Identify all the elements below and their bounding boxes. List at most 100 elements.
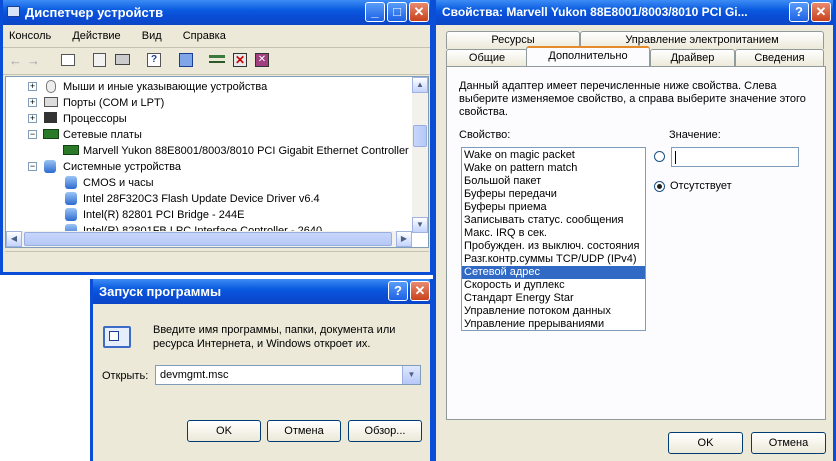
scroll-down-button[interactable]: ▼ (412, 217, 428, 233)
tab-general[interactable]: Общие (446, 49, 528, 67)
status-bar (5, 251, 429, 270)
property-item[interactable]: Управление потоком данных (462, 305, 645, 318)
property-item[interactable]: Стандарт Energy Star (462, 292, 645, 305)
property-item[interactable]: Большой пакет (462, 175, 645, 188)
property-item-selected[interactable]: Сетевой адрес (462, 266, 645, 279)
horizontal-scroll-thumb[interactable] (24, 232, 392, 246)
value-radio[interactable] (654, 151, 665, 162)
menu-help[interactable]: Справка (183, 30, 226, 42)
run-close-button[interactable]: ✕ (410, 281, 430, 301)
absent-label[interactable]: Отсутствует (670, 180, 732, 192)
device-manager-title: Диспетчер устройств (25, 5, 164, 20)
device-tree[interactable]: + Мыши и иные указывающие устройства + П… (5, 76, 429, 248)
menu-view[interactable]: Вид (142, 30, 162, 42)
expander-network[interactable]: − (28, 130, 37, 139)
expander-processors[interactable]: + (28, 114, 37, 123)
run-cancel-button[interactable]: Отмена (267, 420, 341, 442)
expander-system[interactable]: − (28, 162, 37, 171)
property-item[interactable]: Макс. IRQ в сек. (462, 227, 645, 240)
tree-item-mice[interactable]: Мыши и иные указывающие устройства (63, 79, 267, 95)
menu-action[interactable]: Действие (72, 30, 120, 42)
scroll-left-button[interactable]: ◀ (6, 231, 22, 247)
property-item[interactable]: Разг.контр.суммы TCP/UDP (IPv4) (462, 253, 645, 266)
property-item[interactable]: Записывать статус. сообщения (462, 214, 645, 227)
properties-help-button[interactable]: ? (789, 2, 809, 22)
tree-item-marvell-yukon[interactable]: Marvell Yukon 88E8001/8003/8010 PCI Giga… (83, 143, 409, 159)
value-label: Значение: (669, 129, 721, 141)
properties-titlebar[interactable]: Свойства: Marvell Yukon 88E8001/8003/801… (436, 0, 833, 25)
tree-vertical-scrollbar[interactable] (412, 77, 428, 233)
expander-ports[interactable]: + (28, 98, 37, 107)
device-manager-app-icon (7, 6, 20, 17)
tree-item-flash-driver[interactable]: Intel 28F320C3 Flash Update Device Drive… (83, 191, 320, 207)
maximize-button[interactable]: □ (387, 2, 407, 22)
tab-details[interactable]: Сведения (735, 49, 824, 67)
network-adapter-icon (43, 129, 59, 139)
property-listbox[interactable]: Wake on magic packet Wake on pattern mat… (461, 147, 646, 331)
system-device-icon (65, 208, 77, 221)
advanced-tab-page: Данный адаптер имеет перечисленные ниже … (446, 66, 826, 420)
processor-icon (44, 112, 57, 123)
menu-bar: Консоль Действие Вид Справка (9, 30, 244, 42)
properties-ok-button[interactable]: OK (668, 432, 743, 454)
scroll-thumb[interactable] (413, 125, 427, 147)
update-driver-icon[interactable] (209, 55, 225, 63)
system-device-icon (44, 160, 56, 173)
system-device-icon (65, 176, 77, 189)
property-item[interactable]: Управление прерываниями (462, 318, 645, 330)
tree-item-ports[interactable]: Порты (COM и LPT) (63, 95, 164, 111)
back-arrow-icon[interactable]: ← (9, 53, 22, 68)
chevron-down-icon[interactable]: ▼ (402, 366, 420, 384)
properties-cancel-button[interactable]: Отмена (751, 432, 826, 454)
scan-hardware-icon[interactable] (179, 53, 193, 67)
tree-item-processors[interactable]: Процессоры (63, 111, 127, 127)
property-item[interactable]: Буферы передачи (462, 188, 645, 201)
tab-advanced[interactable]: Дополнительно (526, 46, 650, 66)
properties-icon[interactable] (93, 53, 106, 67)
console-tree-icon[interactable] (61, 54, 75, 66)
run-open-value: devmgmt.msc (160, 369, 229, 381)
tree-item-system-devices[interactable]: Системные устройства (63, 159, 181, 175)
scroll-up-button[interactable]: ▲ (412, 77, 428, 93)
value-input[interactable] (671, 147, 799, 167)
property-item[interactable]: Пробужден. из выключ. состояния (462, 240, 645, 253)
scroll-right-button[interactable]: ▶ (396, 231, 412, 247)
menu-console[interactable]: Консоль (9, 30, 51, 42)
help-icon[interactable]: ? (147, 53, 161, 67)
property-item[interactable]: Скорость и дуплекс (462, 279, 645, 292)
system-device-icon (65, 192, 77, 205)
properties-close-button[interactable]: ✕ (811, 2, 831, 22)
minimize-button[interactable]: _ (365, 2, 385, 22)
print-icon[interactable] (115, 54, 130, 65)
property-item[interactable]: Буферы приема (462, 201, 645, 214)
forward-arrow-icon[interactable]: → (27, 53, 40, 68)
tree-item-pci-bridge[interactable]: Intel(R) 82801 PCI Bridge - 244E (83, 207, 244, 223)
network-adapter-icon (63, 145, 79, 155)
properties-title: Свойства: Marvell Yukon 88E8001/8003/801… (442, 5, 748, 19)
tree-item-network-adapters[interactable]: Сетевые платы (63, 127, 142, 143)
run-dialog-titlebar[interactable]: Запуск программы (93, 279, 430, 304)
device-manager-close-button[interactable]: ✕ (409, 2, 429, 22)
run-browse-button[interactable]: Обзор... (348, 420, 422, 442)
toolbar: ← → ? ✕ ✕ (5, 49, 429, 73)
advanced-description: Данный адаптер имеет перечисленные ниже … (459, 80, 806, 118)
expander-mice[interactable]: + (28, 82, 37, 91)
toolbar-divider (3, 74, 430, 75)
radio-dot (657, 184, 662, 189)
run-ok-button[interactable]: OK (187, 420, 261, 442)
run-open-label: Открыть: (102, 370, 149, 382)
text-cursor (675, 151, 676, 164)
property-item[interactable]: Wake on pattern match (462, 162, 645, 175)
property-item[interactable]: Wake on magic packet (462, 149, 645, 162)
run-dialog: Запуск программы ? ✕ Введите имя програм… (90, 279, 433, 461)
run-help-button[interactable]: ? (388, 281, 408, 301)
tab-driver[interactable]: Драйвер (650, 49, 735, 67)
run-description: Введите имя программы, папки, документа … (153, 324, 396, 350)
run-open-input[interactable]: devmgmt.msc ▼ (155, 365, 421, 385)
absent-radio[interactable] (654, 181, 665, 192)
uninstall-icon[interactable]: ✕ (233, 53, 247, 67)
tree-item-cmos[interactable]: CMOS и часы (83, 175, 154, 191)
property-label: Свойство: (459, 129, 511, 141)
disable-device-icon[interactable]: ✕ (255, 53, 269, 67)
device-manager-window: Диспетчер устройств _ □ ✕ Консоль Действ… (0, 0, 433, 275)
